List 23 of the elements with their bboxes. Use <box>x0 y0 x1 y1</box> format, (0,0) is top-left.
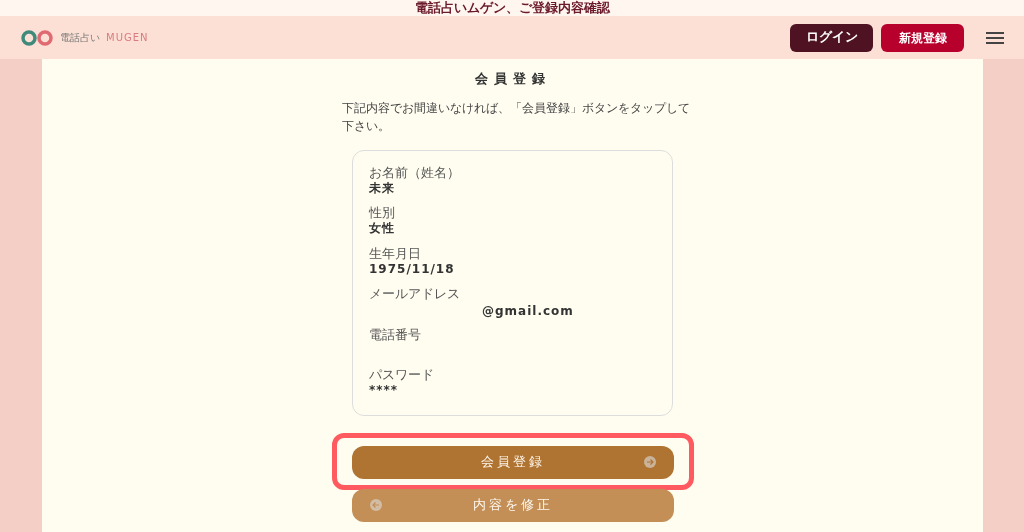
banner-text: 電話占いムゲン、ご登録内容確認 <box>414 1 610 15</box>
field-value: 未来 <box>369 179 395 197</box>
register-button[interactable]: 会員登録 <box>351 445 674 479</box>
logo-icon <box>20 29 54 46</box>
signup-button[interactable]: 新規登録 <box>881 23 964 52</box>
arrow-left-icon <box>369 499 382 511</box>
field-label: パスワード <box>369 368 435 381</box>
logo-text: MUGEN <box>106 31 149 45</box>
menu-icon[interactable] <box>986 30 1004 45</box>
field-value: **** <box>369 382 399 399</box>
field-label: 生年月日 <box>369 246 422 260</box>
description-text: 下記内容でお間違いなければ、「会員登録」ボタンをタップして下さい。 <box>341 99 691 135</box>
field-label: お名前（姓名） <box>369 165 461 179</box>
field-value: 1975/11/18 <box>369 260 455 278</box>
field-label: 電話番号 <box>369 327 422 341</box>
login-button[interactable]: ログイン <box>790 23 873 52</box>
arrow-right-icon <box>643 456 656 468</box>
field-value: 女性 <box>369 220 395 237</box>
field-label: 性別 <box>369 206 396 219</box>
logo-subtitle: 電話占い <box>60 31 100 45</box>
field-label: メールアドレス <box>369 287 461 300</box>
field-value: @gmail.com <box>482 303 574 320</box>
page-title: 会員登録 <box>474 70 551 88</box>
